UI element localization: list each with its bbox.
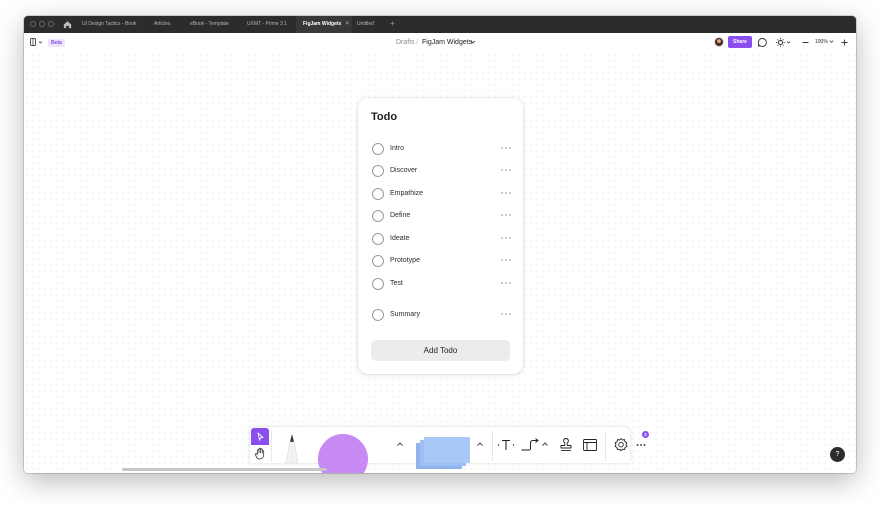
share-button[interactable]: Share	[728, 36, 752, 48]
todo-checkbox[interactable]	[372, 233, 384, 245]
dock-divider	[271, 431, 272, 461]
zoom-in-icon[interactable]	[839, 37, 850, 48]
marker-tool-icon[interactable]	[280, 432, 304, 463]
sticky-options-chevron-icon[interactable]	[476, 441, 484, 447]
editor-toolbar: Beta Drafts / FigJam Widgets Share 100%	[24, 33, 856, 52]
more-options-icon[interactable]	[500, 211, 512, 219]
breadcrumb-separator: /	[416, 39, 418, 46]
todo-item[interactable]: Discover	[371, 164, 512, 178]
todo-label[interactable]: Summary	[390, 310, 420, 320]
close-window-button[interactable]	[30, 21, 36, 27]
todo-label[interactable]: Prototype	[390, 256, 420, 266]
sticky-note-tool[interactable]	[424, 437, 470, 463]
todo-item[interactable]: Empathize	[371, 187, 512, 201]
connector-tool-icon[interactable]	[521, 436, 543, 454]
creation-dock: 2	[250, 427, 649, 473]
more-options-icon[interactable]	[500, 310, 512, 318]
hand-tool-icon[interactable]	[254, 447, 266, 460]
more-options-icon[interactable]	[500, 166, 512, 174]
home-icon[interactable]	[62, 19, 73, 30]
new-tab-button[interactable]: +	[390, 16, 395, 33]
horizontal-scrollbar[interactable]	[122, 468, 327, 471]
tab-untitled[interactable]: Untitled	[357, 16, 374, 33]
section-tool-icon[interactable]	[581, 436, 599, 454]
minimize-window-button[interactable]	[39, 21, 45, 27]
todo-checkbox[interactable]	[372, 165, 384, 177]
spotlight-icon[interactable]	[775, 37, 791, 48]
tab-ebook-template[interactable]: eBook - Template	[190, 16, 229, 33]
tab-figjam-widgets-label: FigJam Widgets	[303, 21, 342, 27]
todo-checkbox[interactable]	[372, 278, 384, 290]
todo-label[interactable]: Empathize	[390, 189, 423, 199]
todo-item[interactable]: Define	[371, 209, 512, 223]
add-todo-button[interactable]: Add Todo	[371, 340, 510, 361]
todo-label[interactable]: Define	[390, 211, 410, 221]
more-options-icon[interactable]	[500, 234, 512, 242]
tab-close-icon[interactable]: ×	[345, 16, 349, 33]
todo-item[interactable]: Prototype	[371, 254, 512, 268]
tab-ui-design-tactics[interactable]: UI Design Tactics - Book	[82, 16, 136, 33]
tab-uxmt-prime[interactable]: UXMT - Prime 3.1	[247, 16, 287, 33]
todo-item[interactable]: Summary	[371, 308, 512, 322]
todo-widget[interactable]: Todo Intro Discover Empathize Define Ide…	[358, 98, 523, 374]
cursor-icon	[257, 432, 264, 441]
notification-badge: 2	[642, 431, 649, 438]
dock-divider	[492, 431, 493, 461]
tab-articles[interactable]: Articles	[154, 16, 170, 33]
select-tool[interactable]	[251, 428, 269, 445]
todo-item[interactable]: Test	[371, 277, 512, 291]
canvas[interactable]: Todo Intro Discover Empathize Define Ide…	[24, 52, 856, 473]
todo-checkbox[interactable]	[372, 143, 384, 155]
more-options-icon[interactable]	[500, 279, 512, 287]
user-avatar[interactable]	[714, 37, 724, 47]
connector-options-chevron-icon[interactable]	[541, 441, 549, 447]
todo-title: Todo	[371, 111, 398, 123]
zoom-level[interactable]: 100%	[815, 39, 834, 46]
more-tools-icon[interactable]	[635, 436, 647, 454]
todo-checkbox[interactable]	[372, 188, 384, 200]
todo-checkbox[interactable]	[372, 309, 384, 321]
todo-item[interactable]: Ideate	[371, 232, 512, 246]
file-name[interactable]: FigJam Widgets	[422, 38, 472, 47]
zoom-level-value: 100%	[815, 39, 828, 45]
maximize-window-button[interactable]	[48, 21, 54, 27]
more-options-icon[interactable]	[500, 256, 512, 264]
comment-icon[interactable]	[757, 37, 768, 48]
breadcrumb-drafts[interactable]: Drafts	[396, 38, 415, 47]
todo-checkbox[interactable]	[372, 210, 384, 222]
more-options-icon[interactable]	[500, 189, 512, 197]
todo-checkbox[interactable]	[372, 255, 384, 267]
todo-label[interactable]: Discover	[390, 166, 417, 176]
help-button[interactable]: ?	[830, 447, 845, 462]
text-tool-icon[interactable]	[497, 436, 515, 454]
tab-bar: UI Design Tactics - Book Articles eBook …	[24, 16, 856, 33]
file-menu-chevron-icon[interactable]	[470, 39, 476, 45]
main-menu-icon[interactable]	[30, 38, 44, 47]
more-options-icon[interactable]	[500, 144, 512, 152]
app-window: UI Design Tactics - Book Articles eBook …	[24, 16, 856, 473]
zoom-chevron-icon	[829, 40, 834, 44]
todo-label[interactable]: Test	[390, 279, 403, 289]
beta-badge: Beta	[48, 39, 65, 47]
todo-item[interactable]: Intro	[371, 142, 512, 156]
stamp-tool-icon[interactable]	[557, 436, 575, 454]
widgets-tool-icon[interactable]	[612, 436, 630, 454]
zoom-out-icon[interactable]	[800, 37, 811, 48]
todo-label[interactable]: Intro	[390, 144, 404, 154]
todo-label[interactable]: Ideate	[390, 234, 409, 244]
dock-divider	[605, 431, 606, 461]
shape-options-chevron-icon[interactable]	[396, 441, 404, 447]
tab-figjam-widgets[interactable]: FigJam Widgets ×	[296, 16, 352, 33]
